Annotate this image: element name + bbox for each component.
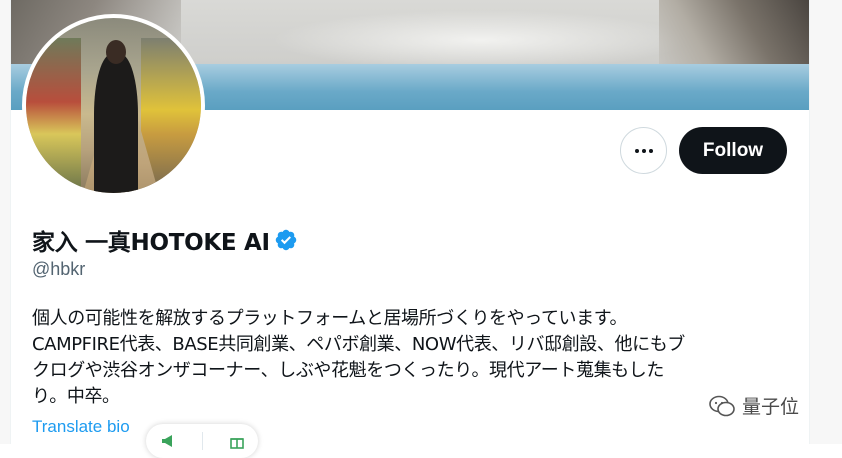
avatar-person xyxy=(94,54,138,193)
display-name-text: 家入 一真HOTOKE AI xyxy=(32,230,270,256)
bio-line: り。中卒。 xyxy=(32,386,120,407)
more-dots-icon xyxy=(634,148,653,153)
gift-icon xyxy=(229,438,244,449)
profile-bio: 個人の可能性を解放するプラットフォームと居場所づくりをやっています。 CAMPF… xyxy=(32,306,762,410)
banner-spray xyxy=(271,10,691,70)
profile-avatar[interactable] xyxy=(22,14,205,197)
pill-divider xyxy=(201,432,203,450)
avatar-head xyxy=(106,40,126,64)
verified-badge-icon[interactable] xyxy=(274,228,298,252)
follow-button[interactable]: Follow xyxy=(679,127,787,174)
bio-line: クログや渋谷オンザコーナー、しぶや花魁をつくったり。現代アート蒐集もした xyxy=(32,360,664,381)
translate-bio-link[interactable]: Translate bio xyxy=(32,417,130,437)
follow-button-label: Follow xyxy=(702,139,764,161)
watermark: 量子位 xyxy=(708,392,799,419)
bio-line: 個人の可能性を解放するプラットフォームと居場所づくりをやっています。 xyxy=(32,308,628,329)
profile-display-name: 家入 一真HOTOKE AI xyxy=(32,224,298,256)
profile-highlights-pill[interactable] xyxy=(146,424,258,458)
bio-line: CAMPFIRE代表、BASE共同創業、ペパボ創業、NOW代表、リバ邸創設、他に… xyxy=(32,334,685,355)
megaphone-icon xyxy=(161,435,172,447)
profile-handle: @hbkr xyxy=(32,259,86,279)
watermark-text: 量子位 xyxy=(742,396,800,418)
wechat-icon xyxy=(709,395,735,416)
more-options-button[interactable] xyxy=(620,127,667,174)
avatar-shop-left xyxy=(26,38,81,193)
